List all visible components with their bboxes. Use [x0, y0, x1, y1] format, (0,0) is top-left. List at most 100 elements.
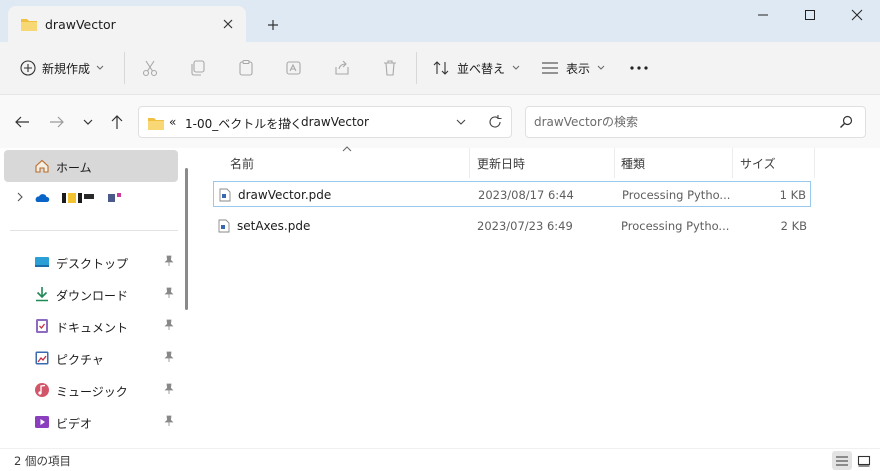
breadcrumb-item[interactable]: 1-00_ベクトルを描く	[185, 115, 302, 132]
column-header-name[interactable]: 名前	[230, 148, 254, 178]
sidebar-item-home[interactable]: ホーム	[4, 150, 178, 182]
chevron-down-icon	[96, 65, 104, 71]
pde-file-icon	[218, 219, 230, 233]
pin-icon[interactable]	[164, 319, 174, 331]
sidebar-item-desktop[interactable]: デスクトップ	[4, 246, 178, 278]
title-bar: drawVector	[0, 0, 880, 42]
address-row: « 1-00_ベクトルを描く › drawVector	[0, 94, 880, 148]
file-type: Processing Pytho...	[622, 188, 731, 202]
chevron-down-icon	[597, 65, 605, 71]
chevron-right-icon[interactable]	[16, 192, 24, 202]
sidebar-item-onedrive[interactable]	[4, 182, 178, 214]
command-bar: 新規作成 並べ替え 表示	[0, 42, 880, 94]
tiles-view-icon[interactable]	[854, 451, 874, 470]
copy-icon[interactable]	[185, 56, 211, 80]
pin-icon[interactable]	[164, 255, 174, 267]
chevron-down-icon[interactable]	[455, 115, 467, 129]
column-header-type[interactable]: 種類	[621, 148, 645, 178]
sort-label: 並べ替え	[457, 61, 506, 76]
music-icon	[34, 382, 50, 398]
documents-icon	[34, 318, 50, 334]
new-button[interactable]: 新規作成	[14, 54, 110, 82]
rename-icon[interactable]	[281, 56, 307, 80]
sidebar-item-downloads[interactable]: ダウンロード	[4, 278, 178, 310]
item-count: 2 個の項目	[14, 454, 71, 468]
sidebar-item-documents[interactable]: ドキュメント	[4, 310, 178, 342]
folder-icon	[147, 115, 165, 131]
file-name: drawVector.pde	[238, 188, 332, 202]
tab-drawvector[interactable]: drawVector	[8, 6, 246, 42]
column-divider[interactable]	[469, 148, 470, 178]
view-button[interactable]: 表示	[541, 54, 605, 82]
download-icon	[34, 286, 50, 302]
new-tab-icon[interactable]	[262, 14, 284, 36]
breadcrumb-overflow[interactable]: «	[169, 115, 176, 129]
toolbar-divider	[124, 52, 125, 84]
column-divider[interactable]	[614, 148, 615, 178]
sidebar-item-label: ビデオ	[56, 417, 93, 431]
home-icon	[34, 158, 50, 174]
file-name: setAxes.pde	[237, 219, 311, 233]
sidebar-item-pictures[interactable]: ピクチャ	[4, 342, 178, 374]
sidebar-item-label: ホーム	[56, 161, 92, 175]
pictures-icon	[34, 350, 50, 366]
file-size: 2 KB	[780, 219, 807, 233]
minimize-icon[interactable]	[740, 4, 786, 26]
share-icon[interactable]	[329, 56, 355, 80]
more-options-icon[interactable]	[626, 56, 652, 80]
pin-icon[interactable]	[164, 351, 174, 363]
up-arrow-icon[interactable]	[106, 112, 128, 132]
pin-icon[interactable]	[164, 415, 174, 427]
column-header-date[interactable]: 更新日時	[477, 148, 525, 178]
file-type: Processing Pytho...	[621, 219, 730, 233]
pin-icon[interactable]	[164, 383, 174, 395]
file-row[interactable]: drawVector.pde 2023/08/17 6:44 Processin…	[213, 181, 811, 207]
videos-icon	[34, 414, 50, 430]
sidebar-divider	[10, 230, 178, 231]
forward-arrow-icon[interactable]	[46, 112, 68, 132]
maximize-icon[interactable]	[787, 4, 833, 26]
search-input[interactable]	[534, 113, 824, 131]
onedrive-cloud-icon	[34, 190, 50, 206]
sidebar-item-label: ドキュメント	[56, 321, 129, 335]
column-divider[interactable]	[814, 148, 815, 178]
close-tab-icon[interactable]	[218, 14, 238, 34]
sort-ascending-icon	[342, 146, 352, 152]
pde-file-icon	[219, 188, 231, 202]
navigation-pane: ホーム デスクトップ ダウンロード ドキュメント ピクチャ ミュージック ビデオ	[0, 148, 196, 448]
file-row[interactable]: setAxes.pde 2023/07/23 6:49 Processing P…	[213, 213, 811, 239]
delete-icon[interactable]	[377, 56, 403, 80]
file-date: 2023/08/17 6:44	[478, 188, 574, 202]
chevron-down-icon	[512, 65, 520, 71]
tab-title: drawVector	[45, 17, 116, 32]
view-label: 表示	[566, 61, 591, 76]
toolbar-divider	[416, 52, 417, 84]
search-icon[interactable]	[839, 115, 853, 129]
sidebar-item-label: ダウンロード	[56, 289, 129, 303]
status-bar: 2 個の項目	[0, 448, 880, 471]
new-button-label: 新規作成	[42, 61, 91, 76]
paste-icon[interactable]	[233, 56, 259, 80]
sidebar-item-label: デスクトップ	[56, 257, 129, 271]
breadcrumb-item[interactable]: drawVector	[301, 115, 369, 129]
back-arrow-icon[interactable]	[11, 112, 33, 132]
details-view-icon[interactable]	[832, 451, 852, 470]
sort-button[interactable]: 並べ替え	[432, 54, 520, 82]
cut-icon[interactable]	[137, 56, 163, 80]
view-list-icon	[541, 61, 559, 75]
desktop-icon	[34, 254, 50, 270]
sidebar-item-label: ピクチャ	[56, 353, 104, 367]
column-divider[interactable]	[732, 148, 733, 178]
refresh-icon[interactable]	[487, 114, 503, 130]
search-box[interactable]	[525, 106, 866, 138]
address-bar[interactable]: « 1-00_ベクトルを描く › drawVector	[138, 106, 512, 138]
sidebar-scrollbar[interactable]	[185, 168, 188, 310]
recent-locations-icon[interactable]	[77, 112, 99, 132]
column-header-size[interactable]: サイズ	[740, 148, 776, 178]
close-window-icon[interactable]	[834, 4, 880, 26]
pin-icon[interactable]	[164, 287, 174, 299]
file-size: 1 KB	[779, 188, 806, 202]
sidebar-item-videos[interactable]: ビデオ	[4, 406, 178, 438]
sidebar-item-music[interactable]: ミュージック	[4, 374, 178, 406]
plus-circle-icon	[20, 60, 36, 76]
